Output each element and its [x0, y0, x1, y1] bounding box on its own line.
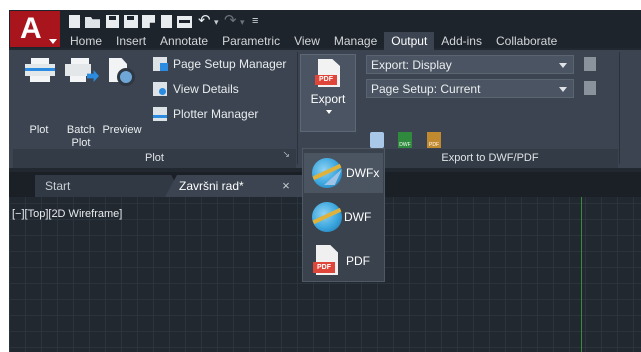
menu-item-export-dwfx[interactable]: DWFx — [304, 153, 383, 193]
preview-icon[interactable] — [370, 132, 384, 148]
menu-item-label: DWFx — [346, 166, 380, 180]
page-setup-select[interactable]: Page Setup: Current — [366, 79, 574, 98]
export-display-select[interactable]: Export: Display — [366, 55, 574, 74]
plot-panel-title-text: Plot — [145, 152, 164, 164]
plot-button[interactable] — [25, 58, 55, 82]
export-pdf-icon[interactable]: PDF — [427, 132, 441, 148]
new-file-icon[interactable] — [69, 15, 80, 28]
tab-insert[interactable]: Insert — [109, 32, 153, 50]
plot-panel-title[interactable]: Plot ↘ — [13, 149, 296, 168]
tab-home[interactable]: Home — [63, 32, 109, 50]
plotter-manager-label: Plotter Manager — [173, 107, 259, 121]
redo-icon[interactable]: ↷ — [224, 12, 237, 30]
dwf-panel-title: Export to DWF/PDF — [362, 149, 618, 168]
printer-stripe — [25, 68, 55, 71]
tab-add-ins[interactable]: Add-ins — [434, 32, 489, 50]
export-options-icon[interactable] — [584, 57, 596, 71]
panel-divider — [619, 52, 620, 164]
tab-document-label: Završni rad* — [179, 179, 244, 193]
view-details-label: View Details — [173, 82, 239, 96]
batch-plot-button[interactable] — [65, 58, 99, 84]
tab-collaborate[interactable]: Collaborate — [489, 32, 564, 50]
close-icon[interactable]: × — [282, 178, 290, 193]
tab-document[interactable]: Završni rad* × — [165, 175, 315, 197]
tab-parametric[interactable]: Parametric — [215, 32, 287, 50]
redo-dropdown-icon[interactable]: ▾ — [240, 13, 245, 31]
ribbon-tabs: Home Insert Annotate Parametric View Man… — [63, 32, 564, 50]
chevron-down-icon — [559, 87, 567, 92]
tab-start-label: Start — [45, 179, 71, 193]
menu-item-label: DWF — [344, 210, 372, 224]
chevron-down-icon — [559, 63, 567, 68]
open-folder-icon[interactable] — [85, 17, 100, 28]
tab-annotate[interactable]: Annotate — [153, 32, 215, 50]
tab-output[interactable]: Output — [384, 32, 435, 50]
plot-label[interactable]: Plot — [21, 124, 57, 137]
page-setup-value: Page Setup: Current — [371, 82, 481, 96]
menu-item-label: PDF — [346, 254, 370, 268]
plotter-manager-icon — [153, 107, 167, 121]
page-setup-override-icon[interactable] — [584, 81, 596, 95]
tab-manage[interactable]: Manage — [327, 32, 384, 50]
save-as-icon[interactable] — [124, 15, 138, 28]
undo-icon[interactable]: ↶ — [198, 12, 211, 30]
pdf-badge: PDF — [315, 75, 337, 85]
pdf-badge: PDF — [313, 262, 335, 273]
panel-divider — [297, 52, 298, 164]
printer-tray — [30, 76, 50, 82]
dialog-launcher-icon[interactable]: ↘ — [282, 145, 290, 164]
export-dwf-pdf-panel: Export: Display Page Setup: Current DWF … — [362, 50, 618, 168]
view-details-icon — [153, 82, 167, 96]
export-button[interactable]: PDF Export — [300, 54, 356, 132]
menu-item-export-dwf[interactable]: DWF — [304, 197, 383, 237]
batch-plot-label[interactable]: Batch Plot — [59, 124, 103, 150]
undo-dropdown-icon[interactable]: ▾ — [214, 13, 219, 31]
plot-panel: Plot Batch Plot Preview Page Setup Manag… — [13, 50, 296, 168]
chevron-down-icon — [49, 39, 57, 44]
customize-toolbar-icon[interactable]: ≡ — [252, 12, 258, 30]
page-setup-manager-label: Page Setup Manager — [173, 57, 287, 71]
export-dropdown-menu: DWFx DWF PDF PDF — [302, 148, 385, 282]
export-dwf-icon[interactable]: DWF — [398, 132, 412, 148]
autocad-window: A ↶ ▾ ↷ ▾ ≡ Home Insert Annotate Paramet… — [9, 10, 641, 352]
y-axis-line — [581, 197, 582, 352]
application-menu-button[interactable]: A — [10, 11, 60, 47]
save-icon[interactable] — [106, 15, 119, 28]
print-icon[interactable] — [177, 16, 192, 28]
export-label: Export — [310, 92, 346, 106]
tab-view[interactable]: View — [287, 32, 327, 50]
tab-start[interactable]: Start — [35, 175, 183, 197]
autocad-logo-icon: A — [20, 12, 42, 45]
pdf-tag: PDF — [429, 142, 439, 148]
page-setup-icon — [153, 57, 168, 71]
menu-item-export-pdf[interactable]: PDF PDF — [304, 241, 383, 281]
preview-button[interactable] — [107, 58, 135, 86]
chevron-down-icon — [326, 110, 332, 114]
save-web-mobile-icon[interactable] — [161, 15, 172, 28]
open-web-mobile-icon[interactable] — [142, 15, 155, 28]
dwf-tag: DWF — [399, 142, 411, 148]
magnifier-icon — [117, 68, 135, 86]
export-display-value: Export: Display — [371, 58, 452, 72]
batch-printer-tray — [70, 76, 86, 82]
preview-label[interactable]: Preview — [99, 124, 145, 137]
viewport-controls[interactable]: [−][Top][2D Wireframe] — [12, 208, 122, 221]
title-bar: A ↶ ▾ ↷ ▾ ≡ Home Insert Annotate Paramet… — [9, 10, 641, 50]
